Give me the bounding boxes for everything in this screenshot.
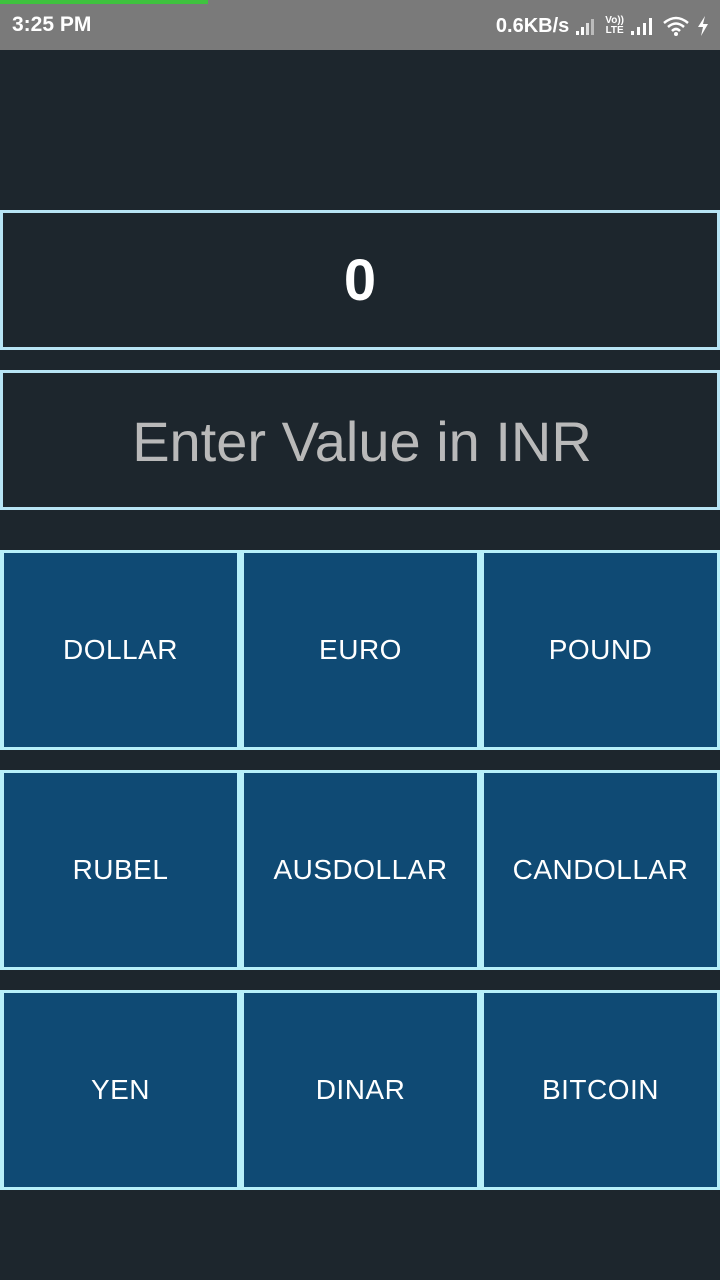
currency-row-1: DOLLAR EURO POUND (0, 550, 720, 750)
yen-button[interactable]: YEN (4, 993, 237, 1187)
inr-input[interactable] (3, 373, 720, 509)
rubel-button[interactable]: RUBEL (4, 773, 237, 967)
currency-row-3: YEN DINAR BITCOIN (0, 990, 720, 1190)
ausdollar-button[interactable]: AUSDOLLAR (244, 773, 477, 967)
bitcoin-button[interactable]: BITCOIN (484, 993, 717, 1187)
dollar-button[interactable]: DOLLAR (4, 553, 237, 747)
network-speed: 0.6KB/s (495, 14, 570, 37)
volte-icon: Vo)) LTE (605, 16, 624, 36)
wifi-icon (662, 15, 690, 37)
signal-icon (575, 16, 599, 36)
loading-progress-bar (0, 0, 208, 4)
candollar-button[interactable]: CANDOLLAR (484, 773, 717, 967)
status-icons: 0.6KB/s Vo)) LTE (496, 11, 710, 41)
status-bar: 3:25 PM 0.6KB/s Vo)) LTE (0, 0, 720, 50)
charging-icon (696, 15, 710, 37)
currency-row-2: RUBEL AUSDOLLAR CANDOLLAR (0, 770, 720, 970)
inr-input-container (0, 370, 720, 510)
euro-button[interactable]: EURO (244, 553, 477, 747)
signal-icon (630, 16, 656, 36)
volte-label-bottom: LTE (605, 25, 624, 36)
dinar-button[interactable]: DINAR (244, 993, 477, 1187)
status-time: 3:25 PM (12, 13, 92, 36)
pound-button[interactable]: POUND (484, 553, 717, 747)
result-display: 0 (0, 210, 720, 350)
